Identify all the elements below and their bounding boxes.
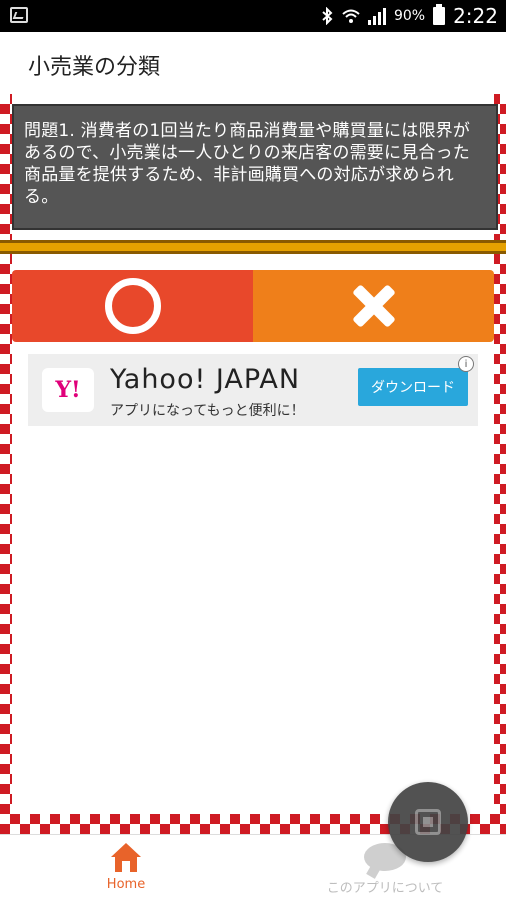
app-bar: 小売業の分類 (0, 32, 506, 95)
home-icon (109, 843, 143, 873)
battery-percent: 90% (393, 8, 426, 24)
circle-icon (104, 278, 161, 334)
signal-icon (367, 7, 386, 25)
question-card: 問題1. 消費者の1回当たり商品消費量や購買量には限界があるので、小売業は一人ひ… (12, 104, 498, 230)
nav-home[interactable]: Home (80, 843, 172, 899)
gallery-notification-icon (10, 7, 28, 23)
cross-icon (351, 283, 397, 329)
question-text: 問題1. 消費者の1回当たり商品消費量や購買量には限界があるので、小売業は一人ひ… (24, 121, 471, 207)
info-icon[interactable]: i (458, 356, 474, 372)
yahoo-logo-icon: Y! (42, 368, 94, 412)
page-title: 小売業の分類 (28, 55, 161, 80)
true-button[interactable] (12, 270, 253, 342)
divider-rail (0, 240, 506, 254)
wifi-icon (342, 7, 360, 25)
battery-icon (433, 4, 446, 25)
nav-home-label: Home (106, 877, 146, 892)
download-button[interactable]: ダウンロード (358, 368, 468, 406)
ad-banner[interactable]: Y! Yahoo! JAPAN アプリになってもっと便利に！ ダウンロード i (28, 354, 478, 426)
floating-action-button[interactable] (388, 782, 468, 862)
answer-buttons (12, 270, 494, 342)
false-button[interactable] (253, 270, 494, 342)
status-bar: 90% 2:22 (0, 0, 506, 32)
ad-subtitle: アプリになってもっと便利に！ (110, 403, 305, 419)
bluetooth-icon (320, 6, 334, 26)
clock: 2:22 (453, 4, 498, 28)
nav-about-label: このアプリについて (326, 881, 444, 896)
status-icons: 90% 2:22 (320, 0, 498, 32)
ad-title: Yahoo! JAPAN (110, 364, 301, 395)
quiz-board: 問題1. 消費者の1回当たり商品消費量や購買量には限界があるので、小売業は一人ひ… (0, 94, 506, 834)
stop-icon (415, 809, 441, 835)
